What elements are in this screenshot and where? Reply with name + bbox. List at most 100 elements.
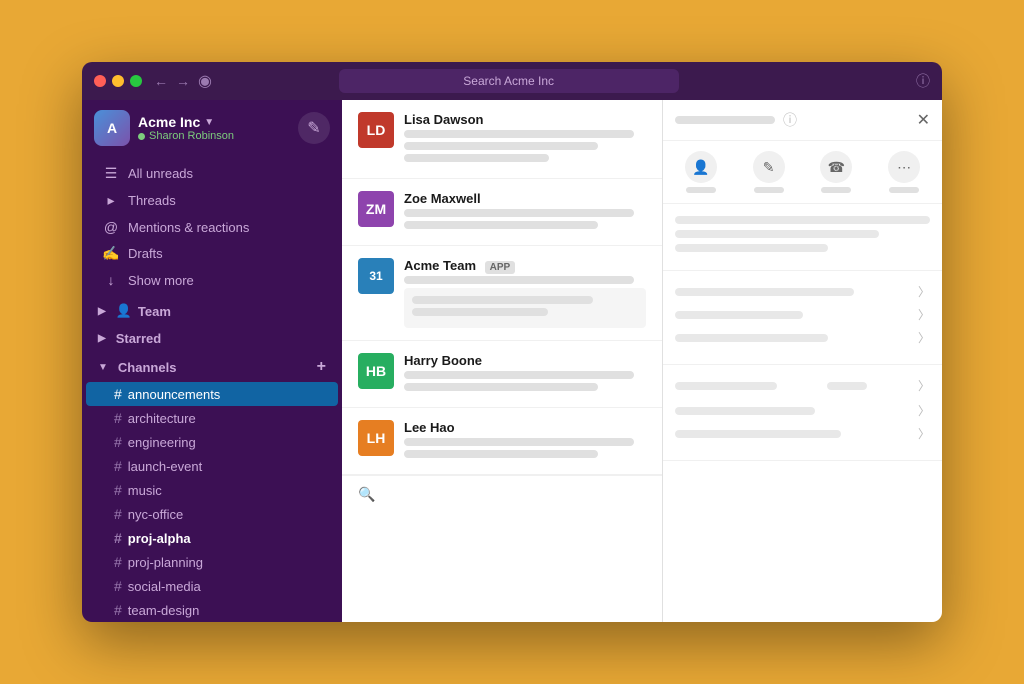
channel-engineering[interactable]: # engineering [86, 430, 338, 454]
rp-action-call[interactable]: ☎ [820, 151, 852, 193]
right-panel-header: ⓘ ✕ [663, 100, 942, 141]
message-item[interactable]: 31 Acme Team APP [342, 246, 662, 341]
history-button[interactable]: ◉ [198, 71, 212, 91]
message-line [404, 371, 634, 379]
forward-button[interactable]: → [176, 73, 190, 89]
channel-nyc-office[interactable]: # nyc-office [86, 502, 338, 526]
rp-row: 〉 [675, 425, 930, 442]
rp-section-1 [663, 204, 942, 271]
nav-threads[interactable]: ▸ Threads [86, 187, 338, 214]
rp-line [675, 230, 879, 238]
add-channel-button[interactable]: + [317, 358, 326, 376]
message-line [404, 383, 598, 391]
message-item[interactable]: LH Lee Hao [342, 408, 662, 475]
minimize-window-button[interactable] [112, 75, 124, 87]
workspace-caret-icon: ▼ [204, 117, 214, 128]
sidebar: A Acme Inc ▼ Sharon Robinson ✎ [82, 100, 342, 622]
main-content: A Acme Inc ▼ Sharon Robinson ✎ [82, 100, 942, 622]
message-sender: Harry Boone [404, 353, 646, 368]
nav-mentions[interactable]: @ Mentions & reactions [86, 214, 338, 240]
message-line [412, 308, 548, 316]
channel-announcements[interactable]: # announcements [86, 382, 338, 406]
nav-show-more[interactable]: ↓ Show more [86, 267, 338, 293]
workspace-avatar-letter: A [107, 120, 117, 136]
drafts-icon: ✍ [102, 245, 120, 262]
channel-proj-alpha[interactable]: # proj-alpha [86, 526, 338, 550]
section-channels[interactable]: ▼ Channels + [82, 352, 342, 382]
nav-section: ☰ All unreads ▸ Threads @ Mentions & rea… [82, 156, 342, 297]
threads-icon: ▸ [102, 192, 120, 209]
section-starred[interactable]: ▶ Starred [82, 325, 342, 352]
rp-action-label [821, 187, 851, 193]
message-content: Lisa Dawson [404, 112, 646, 166]
channel-social-media[interactable]: # social-media [86, 574, 338, 598]
message-item[interactable]: LD Lisa Dawson [342, 100, 662, 179]
add-user-icon: 👤 [685, 151, 717, 183]
message-content: Lee Hao [404, 420, 646, 462]
channel-proj-planning[interactable]: # proj-planning [86, 550, 338, 574]
rp-action-edit[interactable]: ✎ [753, 151, 785, 193]
workspace-name[interactable]: Acme Inc ▼ [138, 114, 234, 130]
back-button[interactable]: ← [154, 73, 168, 89]
titlebar: ← → ◉ Search Acme Inc ⓘ [82, 62, 942, 100]
chevron-right-icon: 〉 [918, 283, 930, 300]
search-footer-icon: 🔍 [358, 486, 375, 503]
rp-section-3: 〉 〉 〉 [663, 365, 942, 461]
search-footer[interactable]: 🔍 [342, 475, 662, 513]
starred-section-caret-icon: ▶ [98, 333, 106, 344]
help-button[interactable]: ⓘ [916, 71, 930, 91]
chevron-right-icon: 〉 [918, 425, 930, 442]
rp-action-label [889, 187, 919, 193]
channel-launch-event[interactable]: # launch-event [86, 454, 338, 478]
rp-section-label [675, 382, 777, 390]
channel-music[interactable]: # music [86, 478, 338, 502]
rp-row-line [675, 407, 815, 415]
show-more-icon: ↓ [102, 272, 120, 288]
message-item[interactable]: ZM Zoe Maxwell [342, 179, 662, 246]
workspace-avatar: A [94, 110, 130, 146]
close-window-button[interactable] [94, 75, 106, 87]
hash-icon: # [114, 386, 122, 402]
app-badge: APP [485, 261, 516, 274]
app-window: ← → ◉ Search Acme Inc ⓘ A Acme Inc ▼ [82, 62, 942, 622]
rp-row: 〉 [675, 329, 930, 346]
rp-action-label [754, 187, 784, 193]
rp-action-more[interactable]: ⋯ [888, 151, 920, 193]
rp-action-label [686, 187, 716, 193]
chevron-right-icon: 〉 [918, 306, 930, 323]
avatar-placeholder: HB [358, 353, 394, 389]
channel-architecture[interactable]: # architecture [86, 406, 338, 430]
message-sender: Lisa Dawson [404, 112, 646, 127]
rp-row: 〉 [675, 402, 930, 419]
message-content: Harry Boone [404, 353, 646, 395]
avatar: LD [358, 112, 394, 148]
workspace-info: Acme Inc ▼ Sharon Robinson [138, 114, 234, 142]
rp-action-add-user[interactable]: 👤 [685, 151, 717, 193]
avatar: 31 [358, 258, 394, 294]
hash-icon: # [114, 602, 122, 618]
search-bar[interactable]: Search Acme Inc [339, 69, 679, 93]
channel-team-design[interactable]: # team-design [86, 598, 338, 622]
chevron-right-icon: 〉 [918, 329, 930, 346]
hash-icon: # [114, 410, 122, 426]
right-panel-close-button[interactable]: ✕ [917, 110, 930, 130]
message-sender: Lee Hao [404, 420, 646, 435]
more-icon: ⋯ [888, 151, 920, 183]
message-item[interactable]: HB Harry Boone [342, 341, 662, 408]
rp-line [675, 244, 828, 252]
rp-actions: 👤 ✎ ☎ ⋯ [663, 141, 942, 204]
nav-drafts[interactable]: ✍ Drafts [86, 240, 338, 267]
message-sender: Acme Team APP [404, 258, 646, 273]
hash-icon: # [114, 434, 122, 450]
rp-row-line [675, 334, 828, 342]
avatar-placeholder: ZM [358, 191, 394, 227]
section-team[interactable]: ▶ 👤 Team [82, 297, 342, 325]
avatar-placeholder: 31 [358, 258, 394, 294]
traffic-lights [94, 75, 142, 87]
maximize-window-button[interactable] [130, 75, 142, 87]
compose-button[interactable]: ✎ [298, 112, 330, 144]
message-line [404, 276, 634, 284]
avatar: ZM [358, 191, 394, 227]
nav-all-unreads[interactable]: ☰ All unreads [86, 160, 338, 187]
avatar: LH [358, 420, 394, 456]
